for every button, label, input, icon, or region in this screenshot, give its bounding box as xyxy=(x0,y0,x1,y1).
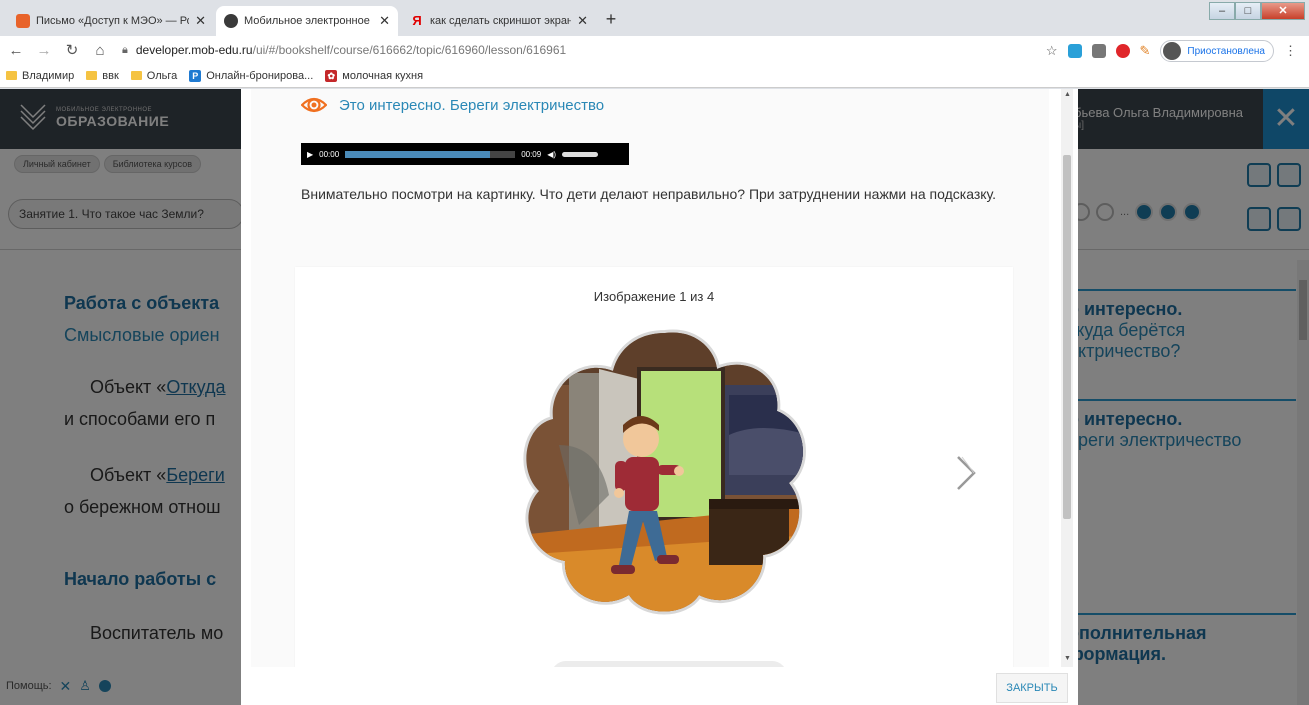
close-tab-icon[interactable]: ✕ xyxy=(195,13,206,29)
window-controls: – □ ✕ xyxy=(1209,2,1305,20)
bookmark-folder[interactable]: ввк xyxy=(86,70,119,82)
browser-tab-mob-edu[interactable]: Мобильное электронное обра ✕ xyxy=(216,6,398,36)
bookmark-label: молочная кухня xyxy=(342,69,424,82)
folder-icon xyxy=(130,71,142,80)
minimize-icon[interactable]: – xyxy=(1209,2,1235,20)
volume-slider[interactable] xyxy=(562,151,599,157)
modal-scrollbar[interactable]: ▲ ▼ xyxy=(1061,89,1073,667)
close-tab-icon[interactable]: ✕ xyxy=(577,13,588,29)
bookmark-link[interactable]: ✿ молочная кухня xyxy=(325,69,424,82)
bookmark-folder[interactable]: Ольга xyxy=(130,69,178,82)
avatar xyxy=(1163,42,1182,60)
mail-favicon-icon xyxy=(16,14,30,28)
wrench-icon[interactable]: ✎ xyxy=(1140,43,1151,59)
next-image-icon[interactable] xyxy=(955,455,977,491)
folder-icon xyxy=(86,71,98,80)
browser-tab-yandex[interactable]: Я как сделать скриншот экрана н ✕ xyxy=(402,6,596,36)
profile-button[interactable]: Приостановлена xyxy=(1160,40,1274,62)
address-bar[interactable]: 🔒︎ developer.mob-edu.ru /ui/#/bookshelf/… xyxy=(122,38,1022,62)
reload-icon[interactable]: ↻ xyxy=(60,41,84,59)
close-tab-icon[interactable]: ✕ xyxy=(379,13,390,29)
folder-icon xyxy=(6,71,17,80)
url-path: /ui/#/bookshelf/course/616662/topic/6169… xyxy=(252,43,567,57)
browser-tab-strip: Письмо «Доступ к МЭО» — Род ✕ Мобильное … xyxy=(0,0,1309,36)
bookmark-folder[interactable]: Владимир xyxy=(6,70,74,82)
volume-icon[interactable]: ◀) xyxy=(547,150,556,159)
bookmarks-bar: Владимир ввк Ольга P Онлайн-бронирова... … xyxy=(0,64,1309,88)
tab-title: Письмо «Доступ к МЭО» — Род xyxy=(36,15,190,27)
adblock-icon[interactable] xyxy=(1115,44,1130,58)
new-tab-button[interactable]: + xyxy=(600,8,622,30)
dairy-favicon-icon: ✿ xyxy=(325,69,338,82)
modal-title: Это интересно. Береги электричество xyxy=(301,93,604,117)
lock-icon: 🔒︎ xyxy=(122,43,128,56)
browser-tab-mail[interactable]: Письмо «Доступ к МЭО» — Род ✕ xyxy=(8,6,214,36)
bookmark-label: Ольга xyxy=(146,69,178,82)
audio-duration: 00:09 xyxy=(521,149,542,159)
window-close-icon[interactable]: ✕ xyxy=(1261,2,1305,20)
extension-icon[interactable] xyxy=(1067,44,1082,58)
tab-title: как сделать скриншот экрана н xyxy=(430,15,572,27)
mob-edu-favicon-icon xyxy=(224,14,238,28)
lesson-illustration xyxy=(523,329,806,615)
close-modal-button[interactable]: ЗАКРЫТЬ xyxy=(996,673,1068,703)
scroll-up-icon[interactable]: ▲ xyxy=(1064,91,1071,98)
tab-title: Мобильное электронное обра xyxy=(244,15,373,27)
hint-button[interactable] xyxy=(551,661,787,667)
play-icon[interactable]: ▶ xyxy=(307,150,313,159)
maximize-icon[interactable]: □ xyxy=(1235,2,1261,20)
home-icon[interactable]: ⌂ xyxy=(88,42,112,59)
bookmark-label: Владимир xyxy=(22,69,75,82)
eye-icon xyxy=(301,97,327,113)
audio-progress[interactable] xyxy=(345,150,516,158)
scrollbar-thumb[interactable] xyxy=(1063,155,1071,519)
bookmark-label: Онлайн-бронирова... xyxy=(206,69,314,82)
browser-toolbar: ← → ↻ ⌂ 🔒︎ developer.mob-edu.ru /ui/#/bo… xyxy=(0,36,1309,64)
back-icon[interactable]: ← xyxy=(4,42,28,59)
lesson-modal: Это интересно. Береги электричество ▶ 00… xyxy=(241,89,1078,705)
modal-title-text: Это интересно. Береги электричество xyxy=(339,96,605,114)
audio-progress-fill xyxy=(345,150,490,158)
yandex-favicon-icon: Я xyxy=(412,13,422,28)
url-host: developer.mob-edu.ru xyxy=(135,43,253,57)
bookmark-star-icon[interactable]: ☆ xyxy=(1046,43,1058,59)
bookmark-link[interactable]: P Онлайн-бронирова... xyxy=(189,69,314,82)
page-viewport: МОБИЛЬНОЕ ЭЛЕКТРОННОЕ ОБРАЗОВАНИЕ бьева … xyxy=(0,89,1309,705)
modal-content: Это интересно. Береги электричество ▶ 00… xyxy=(251,89,1049,667)
bookmark-label: ввк xyxy=(102,69,119,82)
toolbar-icons: ☆ ✎ Приостановлена ⋮ xyxy=(1046,40,1297,62)
image-gallery: Изображение 1 из 4 xyxy=(295,267,1013,667)
scroll-down-icon[interactable]: ▼ xyxy=(1064,655,1071,662)
extension-icon[interactable] xyxy=(1091,44,1106,58)
audio-player: ▶ 00:00 00:09 ◀) xyxy=(301,143,629,165)
task-instruction: Внимательно посмотри на картинку. Что де… xyxy=(301,186,997,202)
audio-current-time: 00:00 xyxy=(319,149,340,159)
profile-status: Приостановлена xyxy=(1187,45,1265,57)
image-counter: Изображение 1 из 4 xyxy=(593,289,715,304)
forward-icon[interactable]: → xyxy=(32,42,56,59)
booking-favicon-icon: P xyxy=(189,69,202,82)
menu-kebab-icon[interactable]: ⋮ xyxy=(1284,43,1297,59)
